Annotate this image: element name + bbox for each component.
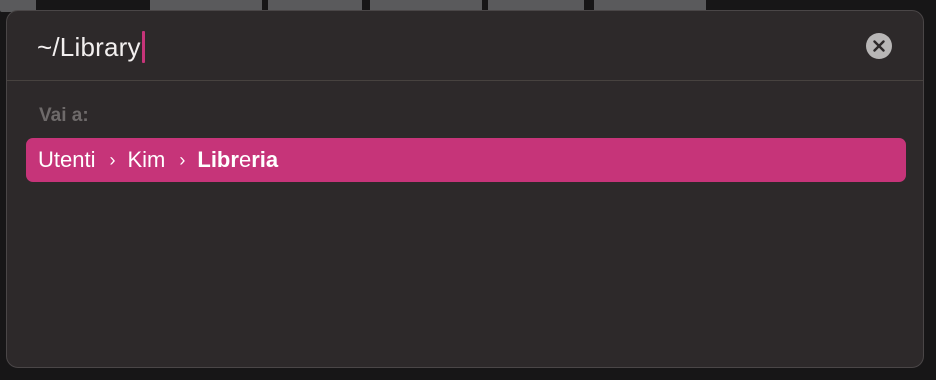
go-to-folder-panel: ~/Library Vai a: Utenti › Kim › Libreria: [6, 10, 924, 368]
result-row-selected[interactable]: Utenti › Kim › Libreria: [26, 138, 906, 182]
section-label: Vai a:: [39, 105, 89, 126]
chevron-right-icon: ›: [179, 149, 186, 170]
chevron-right-icon: ›: [109, 149, 116, 170]
match-highlight: Libr: [197, 147, 239, 172]
path-input-row: ~/Library: [7, 11, 923, 81]
text-caret: [141, 31, 145, 63]
unmatched-text: e: [238, 147, 252, 172]
breadcrumb-current: Libreria: [197, 147, 278, 173]
clear-button[interactable]: [866, 33, 892, 59]
match-highlight: a: [265, 147, 279, 172]
match-highlight: ri: [251, 147, 266, 172]
path-input-value[interactable]: ~/Library: [37, 32, 141, 63]
breadcrumb-item: Utenti: [38, 147, 96, 172]
path-input[interactable]: ~/Library: [37, 29, 145, 65]
close-circle-icon[interactable]: [873, 40, 885, 52]
breadcrumb-item: Kim: [127, 147, 166, 172]
